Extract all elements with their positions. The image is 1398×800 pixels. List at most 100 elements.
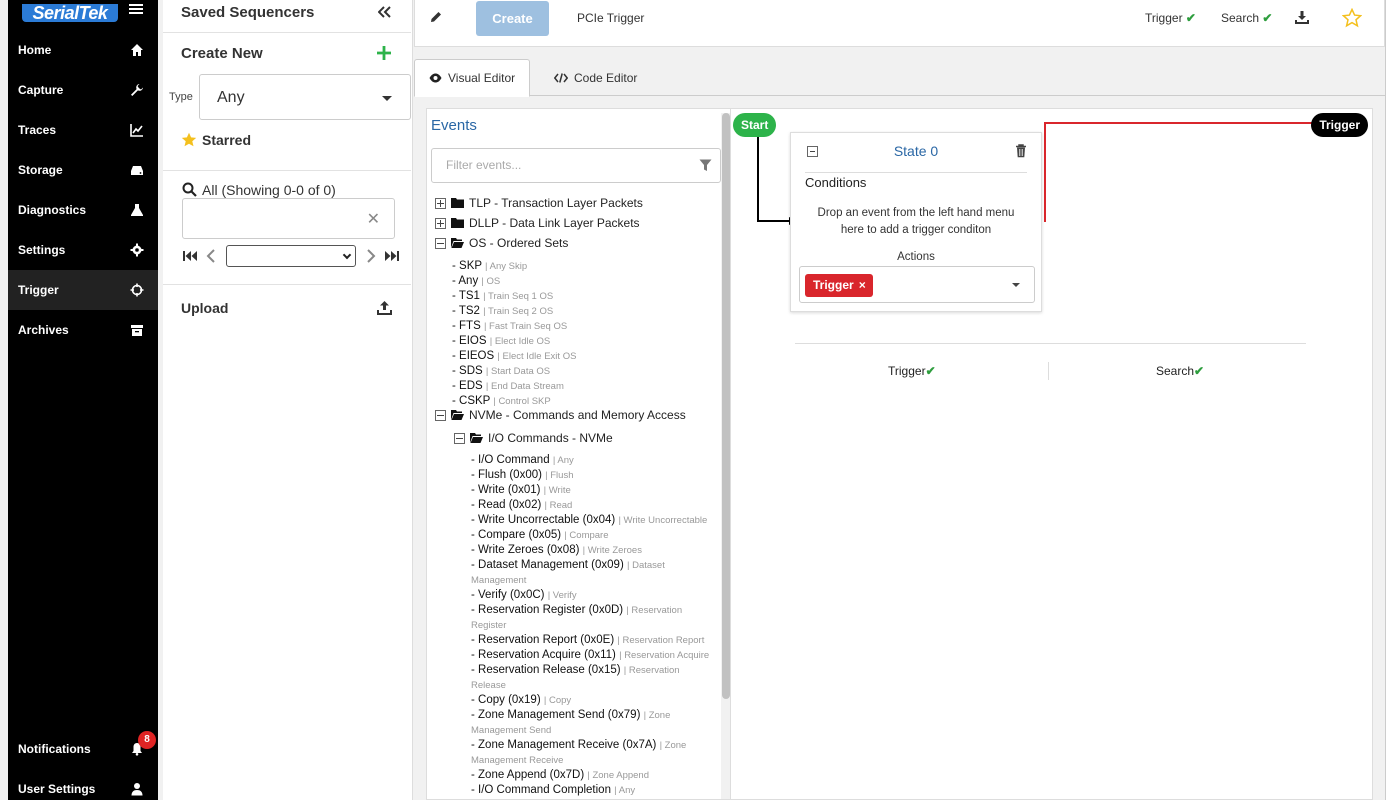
nav-item-archives[interactable]: Archives	[8, 310, 158, 350]
page-scrollbar[interactable]	[1385, 0, 1398, 800]
type-select[interactable]: Any	[199, 74, 411, 120]
event-item[interactable]: - Reservation Register (0x0D) | Reservat…	[471, 603, 716, 633]
event-item[interactable]: - Copy (0x19) | Copy	[471, 693, 716, 708]
event-item[interactable]: - SDS | Start Data OS	[452, 364, 576, 379]
collapse-panel-icon[interactable]	[378, 6, 391, 18]
sequence-name[interactable]: PCIe Trigger	[577, 11, 644, 25]
event-item[interactable]: - Write (0x01) | Write	[471, 483, 716, 498]
page-select[interactable]	[226, 245, 356, 267]
first-page-icon[interactable]	[182, 248, 198, 264]
create-button[interactable]: Create	[476, 1, 549, 36]
trigger-node[interactable]: Trigger	[1311, 113, 1368, 137]
type-select-value: Any	[217, 89, 245, 106]
action-tag-trigger[interactable]: Trigger ×	[805, 274, 873, 297]
chevron-down-icon[interactable]	[1012, 283, 1020, 287]
next-page-icon[interactable]	[362, 248, 378, 264]
last-page-icon[interactable]	[384, 248, 400, 264]
tree-group-label: I/O Commands - NVMe	[488, 431, 613, 445]
collapse-icon[interactable]	[435, 237, 446, 249]
tree-group-nvme[interactable]: NVMe - Commands and Memory Access	[435, 408, 686, 422]
nav-item-home[interactable]: Home	[8, 30, 158, 70]
event-item[interactable]: - Zone Append (0x7D) | Zone Append	[471, 768, 716, 783]
tab-code-editor[interactable]: Code Editor	[540, 59, 651, 96]
sequencers-header: Saved Sequencers	[163, 0, 411, 33]
event-item[interactable]: - EIOS | Elect Idle OS	[452, 334, 576, 349]
collapse-icon[interactable]	[454, 432, 465, 444]
events-scrollbar-thumb[interactable]	[722, 113, 730, 699]
event-item[interactable]: - Dataset Management (0x09) | Dataset Ma…	[471, 558, 716, 588]
funnel-icon[interactable]	[699, 159, 712, 172]
event-item[interactable]: - Compare (0x05) | Compare	[471, 528, 716, 543]
plus-icon[interactable]	[377, 46, 391, 60]
event-item[interactable]: - Any | OS	[452, 274, 576, 289]
remove-tag-icon[interactable]: ×	[859, 278, 866, 292]
expand-icon[interactable]	[435, 197, 446, 209]
sequencers-panel: Saved Sequencers Create New Type Any Sta…	[163, 0, 413, 800]
nav-item-trigger[interactable]: Trigger	[8, 270, 158, 310]
prev-page-icon[interactable]	[204, 248, 220, 264]
event-item[interactable]: - EIEOS | Elect Idle Exit OS	[452, 349, 576, 364]
nav-item-settings[interactable]: Settings	[8, 230, 158, 270]
event-item[interactable]: - Reservation Release (0x15) | Reservati…	[471, 663, 716, 693]
editor-toolbar: Create PCIe Trigger Trigger ✔ Search ✔	[414, 0, 1385, 47]
visual-editor-canvas[interactable]: Start Trigger State 0 Conditions Drop an…	[731, 108, 1373, 800]
event-item[interactable]: - I/O Command | Any	[471, 453, 716, 468]
event-item[interactable]: - Zone Management Receive (0x7A) | Zone …	[471, 738, 716, 768]
trash-icon[interactable]	[1015, 144, 1027, 158]
actions-select[interactable]: Trigger ×	[799, 266, 1035, 303]
check-icon: ✔	[1185, 11, 1196, 25]
nav-item-storage[interactable]: Storage	[8, 150, 158, 190]
tab-visual-editor[interactable]: Visual Editor	[414, 59, 531, 97]
check-icon: ✔	[1262, 11, 1273, 25]
event-item[interactable]: - Reservation Acquire (0x11) | Reservati…	[471, 648, 716, 663]
nav-item-notifications[interactable]: Notifications 8	[8, 729, 158, 769]
event-item[interactable]: - Write Uncorrectable (0x04) | Write Unc…	[471, 513, 716, 528]
event-item[interactable]: - FTS | Fast Train Seq OS	[452, 319, 576, 334]
event-item[interactable]: - Verify (0x0C) | Verify	[471, 588, 716, 603]
event-item[interactable]: - I/O Command Completion | Any	[471, 783, 716, 798]
filter-events-input[interactable]: Filter events...	[431, 148, 721, 183]
nav-item-capture[interactable]: Capture	[8, 70, 158, 110]
expand-icon[interactable]	[435, 217, 446, 229]
menu-toggle-icon[interactable]	[129, 2, 143, 16]
state-title[interactable]: State 0	[791, 143, 1041, 159]
tree-group-io-commands[interactable]: I/O Commands - NVMe	[454, 431, 613, 445]
event-item[interactable]: - SKP | Any Skip	[452, 259, 576, 274]
event-item[interactable]: - Reservation Report (0x0E) | Reservatio…	[471, 633, 716, 648]
user-icon	[131, 783, 143, 796]
event-item[interactable]: - Read (0x02) | Read	[471, 498, 716, 513]
event-item[interactable]: - CSKP | Control SKP	[452, 394, 576, 409]
nav-item-traces[interactable]: Traces	[8, 110, 158, 150]
collapse-icon[interactable]	[435, 409, 446, 421]
state-card[interactable]: State 0 Conditions Drop an event from th…	[790, 132, 1042, 312]
starred-row[interactable]: Starred	[163, 121, 411, 171]
event-item[interactable]: - TS1 | Train Seq 1 OS	[452, 289, 576, 304]
download-icon[interactable]	[1295, 10, 1309, 24]
event-item[interactable]: - EDS | End Data Stream	[452, 379, 576, 394]
upload-label[interactable]: Upload	[181, 300, 228, 316]
folder-open-icon	[470, 433, 483, 443]
check-icon: ✔	[925, 364, 936, 378]
sequencer-search-input[interactable]: ✕	[182, 198, 395, 239]
divider	[163, 284, 411, 285]
nav-item-user-settings[interactable]: User Settings	[8, 769, 158, 800]
create-new-row[interactable]: Create New	[163, 33, 411, 73]
start-node[interactable]: Start	[733, 113, 777, 137]
event-item[interactable]: - Write Zeroes (0x08) | Write Zeroes	[471, 543, 716, 558]
tree-group-dllp[interactable]: DLLP - Data Link Layer Packets	[435, 216, 640, 230]
brand-logo[interactable]: SerialTek	[22, 4, 118, 22]
tree-group-tlp[interactable]: TLP - Transaction Layer Packets	[435, 196, 643, 210]
clear-search-icon[interactable]: ✕	[367, 209, 380, 229]
tree-group-os[interactable]: OS - Ordered Sets	[435, 236, 568, 250]
drop-zone-hint[interactable]: Drop an event from the left hand menu he…	[805, 205, 1027, 239]
event-item[interactable]: - Flush (0x00) | Flush	[471, 468, 716, 483]
favorite-star-icon[interactable]	[1342, 8, 1362, 28]
event-item[interactable]: - TS2 | Train Seq 2 OS	[452, 304, 576, 319]
event-item[interactable]: - Zone Management Send (0x79) | Zone Man…	[471, 708, 716, 738]
nav-item-label: Diagnostics	[18, 203, 87, 217]
upload-icon[interactable]	[377, 300, 392, 315]
nav-item-label: Settings	[18, 243, 66, 257]
nav-item-diagnostics[interactable]: Diagnostics	[8, 190, 158, 230]
tree-group-label: OS - Ordered Sets	[469, 236, 569, 250]
edit-pencil-icon[interactable]	[430, 11, 442, 23]
